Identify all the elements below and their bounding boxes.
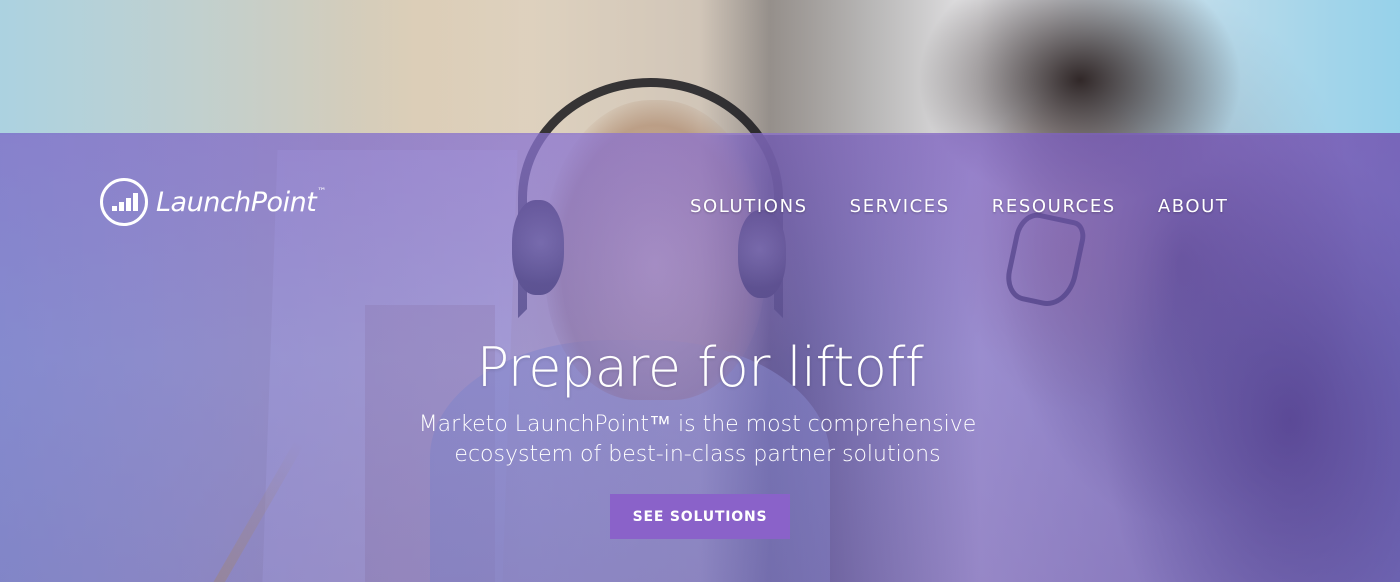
- brand-trademark: ™: [317, 186, 326, 197]
- see-solutions-button[interactable]: SEE SOLUTIONS: [610, 494, 790, 539]
- hero-headline: Prepare for liftoff: [476, 336, 924, 399]
- hero-section: LaunchPoint™ SOLUTIONS SERVICES RESOURCE…: [0, 0, 1400, 582]
- nav-item-resources[interactable]: RESOURCES: [992, 196, 1116, 217]
- nav-item-about[interactable]: ABOUT: [1158, 196, 1229, 217]
- hero-subhead-line-1: Marketo LaunchPoint™ is the most compreh…: [418, 412, 977, 437]
- hero-subhead: Marketo LaunchPoint™ is the most compreh…: [400, 410, 995, 470]
- nav-item-services[interactable]: SERVICES: [850, 196, 950, 217]
- nav-item-solutions[interactable]: SOLUTIONS: [690, 196, 808, 217]
- hero-subhead-line-2: ecosystem of best-in-class partner solut…: [454, 442, 941, 467]
- launchpoint-logo-icon: [100, 178, 148, 226]
- brand-name: LaunchPoint™: [156, 186, 326, 218]
- main-nav: SOLUTIONS SERVICES RESOURCES ABOUT: [690, 196, 1229, 217]
- brand-logo[interactable]: LaunchPoint™: [100, 175, 326, 229]
